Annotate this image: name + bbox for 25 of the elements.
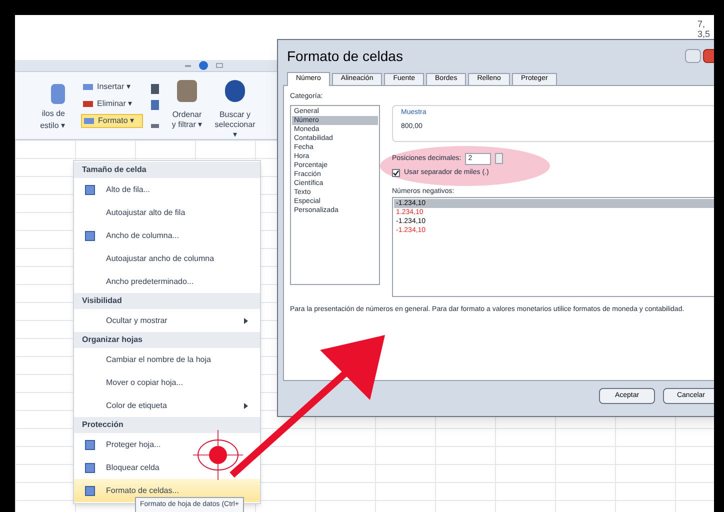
ribbon-button[interactable]: Buscar y seleccionar ▾ bbox=[215, 80, 255, 140]
cell-value: 7, bbox=[697, 19, 706, 29]
menu-section-header: Protección bbox=[74, 417, 260, 433]
menu-item[interactable]: Proteger hoja... bbox=[74, 433, 260, 456]
cell-value: 3,5 bbox=[697, 29, 710, 39]
ribbon-button[interactable]: Eliminar ▾ bbox=[81, 97, 143, 111]
menu-item[interactable]: Ancho de columna... bbox=[74, 224, 260, 247]
menu-item[interactable]: Mover o copiar hoja... bbox=[74, 371, 260, 394]
menu-item[interactable]: Cambiar el nombre de la hoja bbox=[74, 348, 260, 371]
ribbon-label: estilo ▾ bbox=[40, 120, 65, 132]
menu-section-header: Visibilidad bbox=[74, 293, 260, 309]
ribbon-button[interactable]: Insertar ▾ bbox=[81, 80, 143, 94]
menu-item[interactable]: Alto de fila... bbox=[74, 178, 260, 201]
menu-item[interactable]: Autoajustar alto de fila bbox=[74, 201, 260, 224]
ribbon-button[interactable]: Formato ▾ bbox=[81, 114, 143, 128]
menu-item[interactable]: Color de etiqueta bbox=[74, 394, 260, 417]
menu-item[interactable]: Autoajustar ancho de columna bbox=[74, 247, 260, 270]
menu-item[interactable]: Ocultar y mostrar bbox=[74, 309, 260, 332]
menu-section-header: Tamaño de celda bbox=[74, 162, 260, 178]
menu-item[interactable]: Bloquear celda bbox=[74, 456, 260, 479]
menu-item[interactable]: Ancho predeterminado... bbox=[74, 270, 260, 293]
window-title: Formato de celdas bbox=[286, 46, 403, 66]
ribbon-label: ilos de bbox=[42, 108, 65, 120]
ribbon-button[interactable]: Ordenar y filtrar ▾ bbox=[167, 80, 207, 130]
menu-section-header: Organizar hojas bbox=[74, 332, 260, 348]
